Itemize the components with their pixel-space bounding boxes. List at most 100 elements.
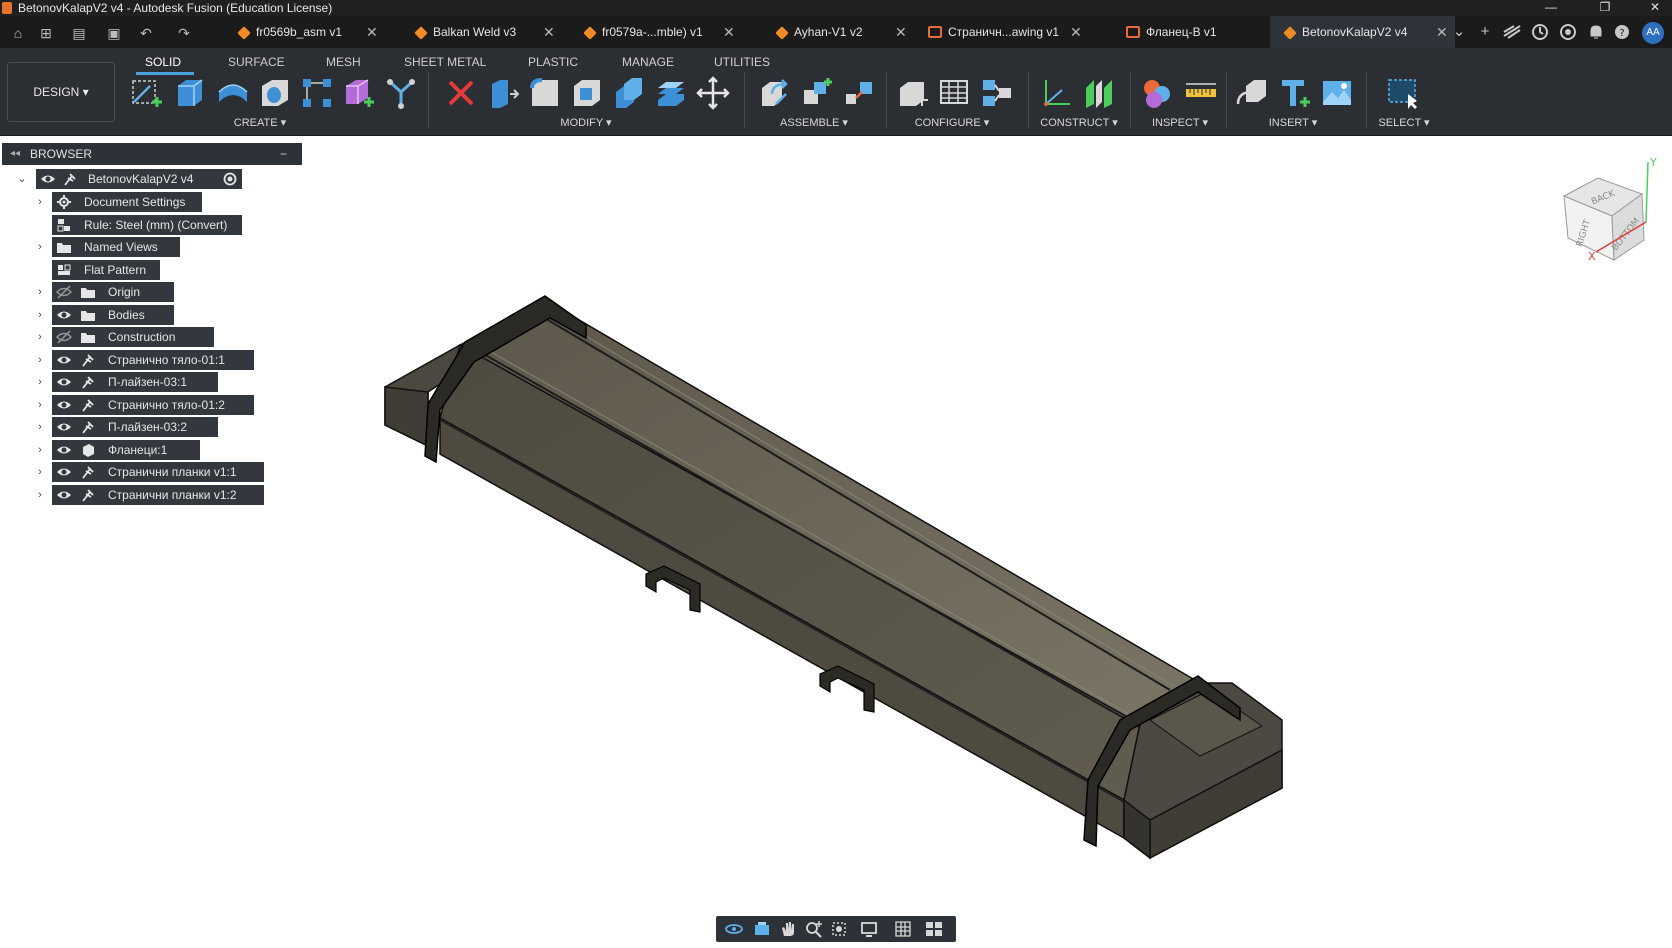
orbit-icon[interactable]	[724, 920, 744, 938]
tab-surface[interactable]: SURFACE	[228, 53, 285, 71]
tab-manage[interactable]: MANAGE	[622, 53, 674, 71]
tree-item-chip[interactable]: Странично тяло-01:1	[52, 349, 254, 370]
measure-tool[interactable]	[1184, 76, 1218, 110]
doc-tab-balkan-weld[interactable]: Balkan Weld v3 ✕	[405, 16, 565, 48]
eye-icon[interactable]	[56, 488, 72, 502]
configure-table-tool[interactable]	[896, 76, 930, 110]
eye-icon[interactable]	[56, 443, 72, 457]
create-form-tool[interactable]	[384, 76, 418, 110]
joint-tool[interactable]	[800, 76, 834, 110]
shell-tool[interactable]	[570, 76, 604, 110]
expand-arrow-icon[interactable]: ›	[34, 462, 46, 482]
eye-icon[interactable]	[56, 420, 72, 434]
undo-icon[interactable]: ↶	[134, 24, 158, 42]
midplane-tool[interactable]	[1082, 76, 1116, 110]
eye-hidden-icon[interactable]	[56, 285, 72, 299]
tree-item-chip[interactable]: Origin	[52, 282, 174, 302]
workspace-switcher-button[interactable]: DESIGN ▾	[7, 62, 115, 122]
tab-plastic[interactable]: PLASTIC	[528, 53, 578, 71]
tab-utilities[interactable]: UTILITIES	[714, 53, 770, 71]
hole-tool[interactable]	[258, 76, 292, 110]
new-component-assemble-tool[interactable]	[758, 76, 792, 110]
new-component-tool[interactable]	[342, 76, 376, 110]
offset-face-tool[interactable]	[654, 76, 688, 110]
display-settings-icon[interactable]	[860, 920, 880, 938]
assemble-group-label[interactable]: ASSEMBLE ▾	[776, 116, 852, 130]
expand-arrow-icon[interactable]: ›	[34, 350, 46, 370]
tree-item-chip[interactable]: Document Settings	[52, 192, 202, 212]
configure-group-label[interactable]: CONFIGURE ▾	[910, 116, 994, 130]
close-tab-icon[interactable]: ✕	[895, 16, 907, 48]
expand-arrow-icon[interactable]: ›	[34, 237, 46, 257]
look-at-icon[interactable]	[752, 920, 772, 938]
tree-item-chip[interactable]: Странично тяло-01:2	[52, 394, 254, 415]
tree-item-chip[interactable]: П-лайзен-03:1	[52, 372, 218, 392]
create-group-label[interactable]: CREATE ▾	[230, 116, 290, 130]
combine-tool[interactable]	[612, 76, 646, 110]
close-window-button[interactable]: ✕	[1640, 0, 1670, 16]
tree-item-chip[interactable]: Flat Pattern	[52, 259, 160, 280]
minimize-browser-button[interactable]: −	[280, 143, 287, 165]
eye-icon[interactable]	[56, 353, 72, 367]
home-icon[interactable]: ⌂	[8, 24, 28, 42]
tree-item-chip[interactable]: Фланеци:1	[52, 439, 200, 460]
doc-tab-fr0579a[interactable]: fr0579a-...mble) v1 ✕	[574, 16, 744, 48]
rectangular-pattern-tool[interactable]	[300, 76, 334, 110]
root-component-chip[interactable]: BetonovKalapV2 v4	[36, 169, 242, 189]
extensions-icon[interactable]	[1502, 22, 1522, 42]
expand-arrow-icon[interactable]: ›	[34, 192, 46, 212]
tree-item-chip[interactable]: Rule: Steel (mm) (Convert)	[52, 214, 242, 235]
new-tab-icon[interactable]: +	[1476, 22, 1494, 42]
eye-icon[interactable]	[56, 465, 72, 479]
grid-settings-icon[interactable]	[894, 920, 914, 938]
revolve-tool[interactable]	[216, 76, 250, 110]
close-tab-icon[interactable]: ✕	[723, 16, 735, 48]
expand-arrow-icon[interactable]: ›	[34, 327, 46, 347]
close-tab-icon[interactable]: ✕	[1070, 16, 1082, 48]
doc-tab-fr0569b[interactable]: fr0569b_asm v1 ✕	[228, 16, 388, 48]
viewcube[interactable]: BACK RIGHT BOTTOM Y X	[1558, 156, 1658, 266]
tab-sheet-metal[interactable]: SHEET METAL	[404, 53, 486, 71]
pan-hand-icon[interactable]	[778, 920, 798, 938]
insert-group-label[interactable]: INSERT ▾	[1262, 116, 1324, 130]
eye-icon[interactable]	[40, 172, 56, 186]
as-built-joint-tool[interactable]	[842, 76, 876, 110]
expand-arrow-icon[interactable]: ›	[34, 417, 46, 437]
eye-icon[interactable]	[56, 398, 72, 412]
move-copy-tool[interactable]	[696, 76, 730, 110]
viewports-icon[interactable]	[924, 920, 944, 938]
close-tab-icon[interactable]: ✕	[1436, 16, 1448, 48]
zoom-icon[interactable]	[804, 920, 824, 938]
online-status-icon[interactable]	[1558, 22, 1578, 42]
expand-arrow-icon[interactable]: ›	[34, 305, 46, 325]
press-pull-tool[interactable]	[486, 76, 520, 110]
redo-icon[interactable]: ↷	[172, 24, 196, 42]
expand-arrow-icon[interactable]: ›	[34, 395, 46, 415]
fit-icon[interactable]	[830, 920, 850, 938]
configuration-rules-tool[interactable]	[980, 76, 1014, 110]
help-icon[interactable]: ?	[1612, 22, 1632, 42]
tab-overflow-icon[interactable]: ⌄	[1450, 22, 1468, 42]
doc-tab-ayhan[interactable]: Ayhan-V1 v2 ✕	[766, 16, 916, 48]
minimize-button[interactable]: —	[1536, 0, 1566, 16]
tab-mesh[interactable]: MESH	[326, 53, 361, 71]
tree-item-chip[interactable]: Bodies	[52, 304, 174, 325]
display-component-colors-tool[interactable]	[1140, 76, 1174, 110]
modify-group-label[interactable]: MODIFY ▾	[556, 116, 616, 130]
offset-plane-tool[interactable]	[1040, 76, 1074, 110]
expand-arrow-icon[interactable]: ›	[34, 440, 46, 460]
save-icon[interactable]: ▣	[104, 24, 124, 42]
eye-icon[interactable]	[56, 308, 72, 322]
expand-arrow-icon[interactable]: ›	[34, 485, 46, 505]
tab-solid[interactable]: SOLID	[145, 53, 181, 71]
insert-derive-tool[interactable]	[1236, 76, 1270, 110]
tree-item-chip[interactable]: Construction	[52, 327, 214, 347]
insert-mcmaster-tool[interactable]	[1278, 76, 1312, 110]
doc-tab-betonovkalap-active[interactable]: BetonovKalapV2 v4 ✕	[1270, 16, 1455, 48]
file-menu-icon[interactable]: ▤	[66, 24, 92, 42]
app-grid-icon[interactable]: ⊞	[36, 24, 56, 42]
user-avatar[interactable]: AA	[1642, 22, 1664, 44]
betonov-kalap-model[interactable]	[384, 295, 1283, 860]
expand-arrow-icon[interactable]: ›	[34, 372, 46, 392]
doc-tab-stranichni-drawing[interactable]: Страничн...awing v1 ✕	[920, 16, 1090, 48]
